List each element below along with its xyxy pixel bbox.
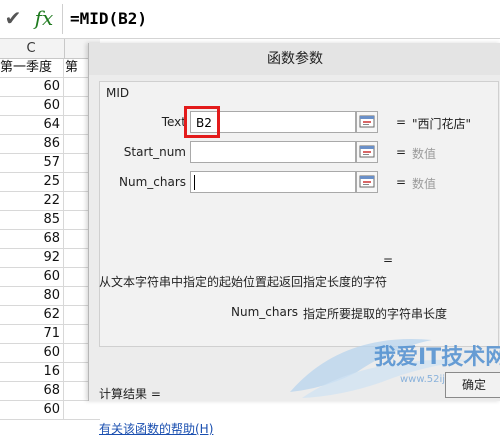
score-cell[interactable]: 68 bbox=[0, 230, 64, 248]
equals-sign: = bbox=[396, 175, 407, 189]
function-result-equals: = bbox=[383, 253, 394, 267]
table-row: 25 bbox=[0, 173, 100, 192]
dialog-titlebar[interactable]: 函数参数 bbox=[89, 43, 500, 75]
text-arg-result: "西门花店" bbox=[412, 117, 472, 131]
dialog-title: 函数参数 bbox=[267, 51, 323, 67]
arg-row-start-num: Start_num = 数值 bbox=[100, 141, 500, 165]
score-cell[interactable]: 16 bbox=[0, 363, 64, 381]
calculation-result-label: 计算结果 = bbox=[99, 387, 161, 401]
column-header-row: C bbox=[0, 39, 100, 59]
formula-input[interactable]: =MID(B2) bbox=[70, 6, 147, 32]
table-row: 68 bbox=[0, 382, 100, 401]
function-name: MID bbox=[106, 86, 130, 100]
arg-label-text: Text bbox=[161, 115, 186, 129]
table-row: 第一季度 第 bbox=[0, 59, 100, 78]
insert-function-icon[interactable]: fx bbox=[33, 5, 55, 31]
text-caret bbox=[194, 175, 195, 190]
column-divider bbox=[64, 39, 65, 58]
formula-bar-divider bbox=[62, 4, 63, 34]
collapse-dialog-icon[interactable] bbox=[356, 141, 378, 163]
sheet-grid: 第一季度 第 60 60 64 86 57 25 22 85 68 92 60 80 62 71 60 16 6… bbox=[0, 59, 100, 420]
table-row: 57 bbox=[0, 154, 100, 173]
score-cell[interactable]: 62 bbox=[0, 306, 64, 324]
table-row: 60 bbox=[0, 268, 100, 287]
function-arguments-dialog: 函数参数 MID Text B2 = "西门花店" Start_num = 数值… bbox=[88, 43, 500, 436]
function-help-link[interactable]: 有关该函数的帮助(H) bbox=[99, 420, 213, 437]
next-column-cell[interactable] bbox=[65, 401, 100, 419]
column-header-c[interactable]: C bbox=[0, 39, 62, 58]
collapse-dialog-icon[interactable] bbox=[356, 111, 378, 133]
score-cell[interactable]: 25 bbox=[0, 173, 64, 191]
score-cell[interactable]: 60 bbox=[0, 97, 64, 115]
table-row: 68 bbox=[0, 230, 100, 249]
score-cell[interactable]: 64 bbox=[0, 116, 64, 134]
arg-label-start-num: Start_num bbox=[123, 145, 186, 159]
table-row: 60 bbox=[0, 97, 100, 116]
table-row: 64 bbox=[0, 116, 100, 135]
table-row: 60 bbox=[0, 344, 100, 363]
arg-row-num-chars: Num_chars = 数值 bbox=[100, 171, 500, 195]
score-cell[interactable]: 57 bbox=[0, 154, 64, 172]
red-highlight-box bbox=[184, 106, 220, 138]
table-row: 71 bbox=[0, 325, 100, 344]
score-cell[interactable]: 60 bbox=[0, 78, 64, 96]
score-cell[interactable]: 86 bbox=[0, 135, 64, 153]
formula-bar: ✔ fx =MID(B2) bbox=[0, 0, 500, 39]
score-cell[interactable]: 22 bbox=[0, 192, 64, 210]
score-cell[interactable]: 60 bbox=[0, 268, 64, 286]
score-cell[interactable]: 80 bbox=[0, 287, 64, 305]
arg-row-text: Text B2 = "西门花店" bbox=[100, 106, 500, 138]
table-row: 16 bbox=[0, 363, 100, 382]
header-cell-q1[interactable]: 第一季度 bbox=[0, 59, 64, 77]
table-row: 80 bbox=[0, 287, 100, 306]
table-row: 62 bbox=[0, 306, 100, 325]
score-cell[interactable]: 60 bbox=[0, 344, 64, 362]
score-cell[interactable]: 92 bbox=[0, 249, 64, 267]
arg-description-text: 指定所要提取的字符串长度 bbox=[303, 307, 448, 321]
table-row: 85 bbox=[0, 211, 100, 230]
arg-label-num-chars: Num_chars bbox=[118, 175, 186, 189]
confirm-check-icon[interactable]: ✔ bbox=[2, 6, 24, 30]
collapse-dialog-icon[interactable] bbox=[356, 171, 378, 193]
score-cell[interactable]: 68 bbox=[0, 382, 64, 400]
table-row: 60 bbox=[0, 401, 100, 420]
ok-button[interactable]: 确定 bbox=[445, 372, 500, 398]
score-cell[interactable]: 71 bbox=[0, 325, 64, 343]
start-num-arg-result: 数值 bbox=[412, 147, 437, 161]
function-description: 从文本字符串中指定的起始位置起返回指定长度的字符 bbox=[99, 275, 388, 289]
equals-sign: = bbox=[396, 145, 407, 159]
num-chars-arg-input[interactable] bbox=[190, 171, 356, 193]
equals-sign: = bbox=[396, 115, 407, 129]
start-num-arg-input[interactable] bbox=[190, 141, 356, 163]
score-cell[interactable]: 85 bbox=[0, 211, 64, 229]
num-chars-arg-result: 数值 bbox=[412, 177, 437, 191]
table-row: 92 bbox=[0, 249, 100, 268]
table-row: 22 bbox=[0, 192, 100, 211]
arg-description-name: Num_chars bbox=[231, 305, 299, 319]
table-row: 60 bbox=[0, 78, 100, 97]
table-row: 86 bbox=[0, 135, 100, 154]
score-cell[interactable]: 60 bbox=[0, 401, 64, 419]
